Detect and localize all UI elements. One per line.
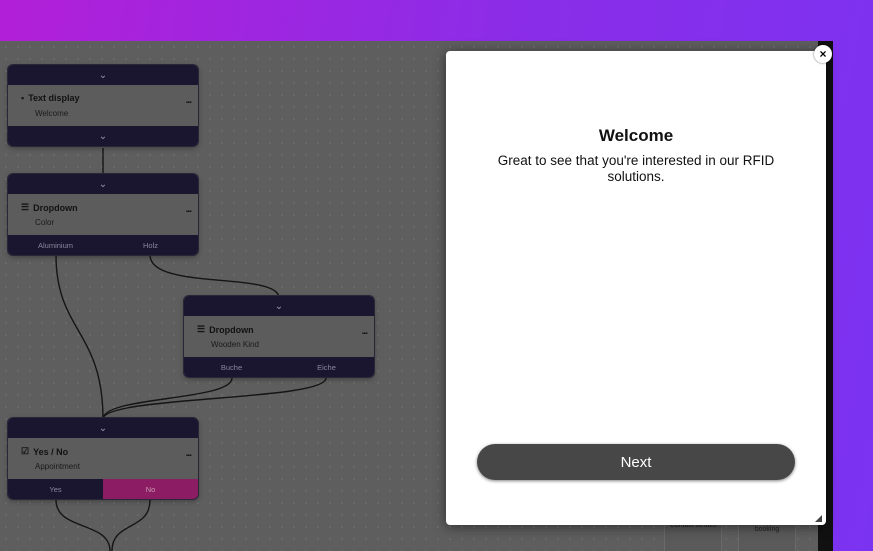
chevron-down-icon: ⌄ (274, 300, 284, 312)
node-dropdown-wooden-kind[interactable]: ⌄ ☰ Dropdown Wooden Kind ... Buche Eiche (184, 296, 374, 377)
option-aluminium[interactable]: Aluminium (8, 235, 103, 255)
node-subtitle: Wooden Kind (211, 340, 259, 349)
connector-no-next (111, 499, 151, 551)
connector-aluminium-yesno (55, 254, 104, 420)
node-collapse-top[interactable]: ⌄ (8, 65, 198, 85)
node-subtitle: Welcome (35, 109, 69, 118)
node-menu-button[interactable]: ... (362, 326, 368, 337)
node-collapse-bottom[interactable]: ⌄ (8, 126, 198, 146)
node-collapse-top[interactable]: ⌄ (184, 296, 374, 316)
node-text-display[interactable]: ⌄ ▪ Text display Welcome ... ⌄ (8, 65, 198, 146)
node-type-label: Dropdown (209, 324, 254, 335)
connector-yes-next (55, 499, 111, 551)
node-menu-button[interactable]: ... (186, 448, 192, 459)
comment-icon: ▪ (21, 93, 25, 103)
checkbox-icon: ☑ (21, 446, 30, 456)
node-menu-button[interactable]: ... (186, 204, 192, 215)
node-collapse-top[interactable]: ⌄ (8, 418, 198, 438)
option-no[interactable]: No (103, 479, 198, 499)
node-subtitle: Color (35, 218, 55, 227)
option-yes[interactable]: Yes (8, 479, 103, 499)
option-buche[interactable]: Buche (184, 357, 279, 377)
chevron-down-icon: ⌄ (98, 422, 108, 434)
connector-eiche-yesno (102, 377, 327, 420)
node-subtitle: Appointment (35, 462, 80, 471)
node-type-label: Yes / No (33, 446, 69, 457)
node-menu-button[interactable]: ... (186, 95, 192, 106)
chevron-down-icon: ⌄ (98, 69, 108, 81)
modal-text: Great to see that you're interested in o… (497, 153, 775, 184)
node-type-label: Text display (28, 93, 80, 103)
modal-title: Welcome (598, 126, 674, 145)
node-yes-no[interactable]: ⌄ ☑ Yes / No Appointment ... Yes No (8, 418, 198, 499)
chevron-down-icon: ⌄ (98, 178, 108, 190)
list-icon: ☰ (197, 324, 206, 334)
chevron-down-icon: ⌄ (98, 130, 108, 142)
option-holz[interactable]: Holz (103, 235, 198, 255)
close-icon[interactable]: × (814, 45, 832, 63)
node-dropdown-color[interactable]: ⌄ ☰ Dropdown Color ... Aluminium Holz (8, 174, 198, 255)
next-button[interactable]: Next (477, 444, 795, 480)
list-icon: ☰ (21, 202, 30, 212)
preview-modal: Welcome Great to see that you're interes… (446, 51, 826, 525)
node-collapse-top[interactable]: ⌄ (8, 174, 198, 194)
resize-handle-icon[interactable] (815, 515, 822, 522)
connector-holz-woodenkind (149, 254, 280, 299)
option-eiche[interactable]: Eiche (279, 357, 374, 377)
node-type-label: Dropdown (33, 202, 78, 213)
